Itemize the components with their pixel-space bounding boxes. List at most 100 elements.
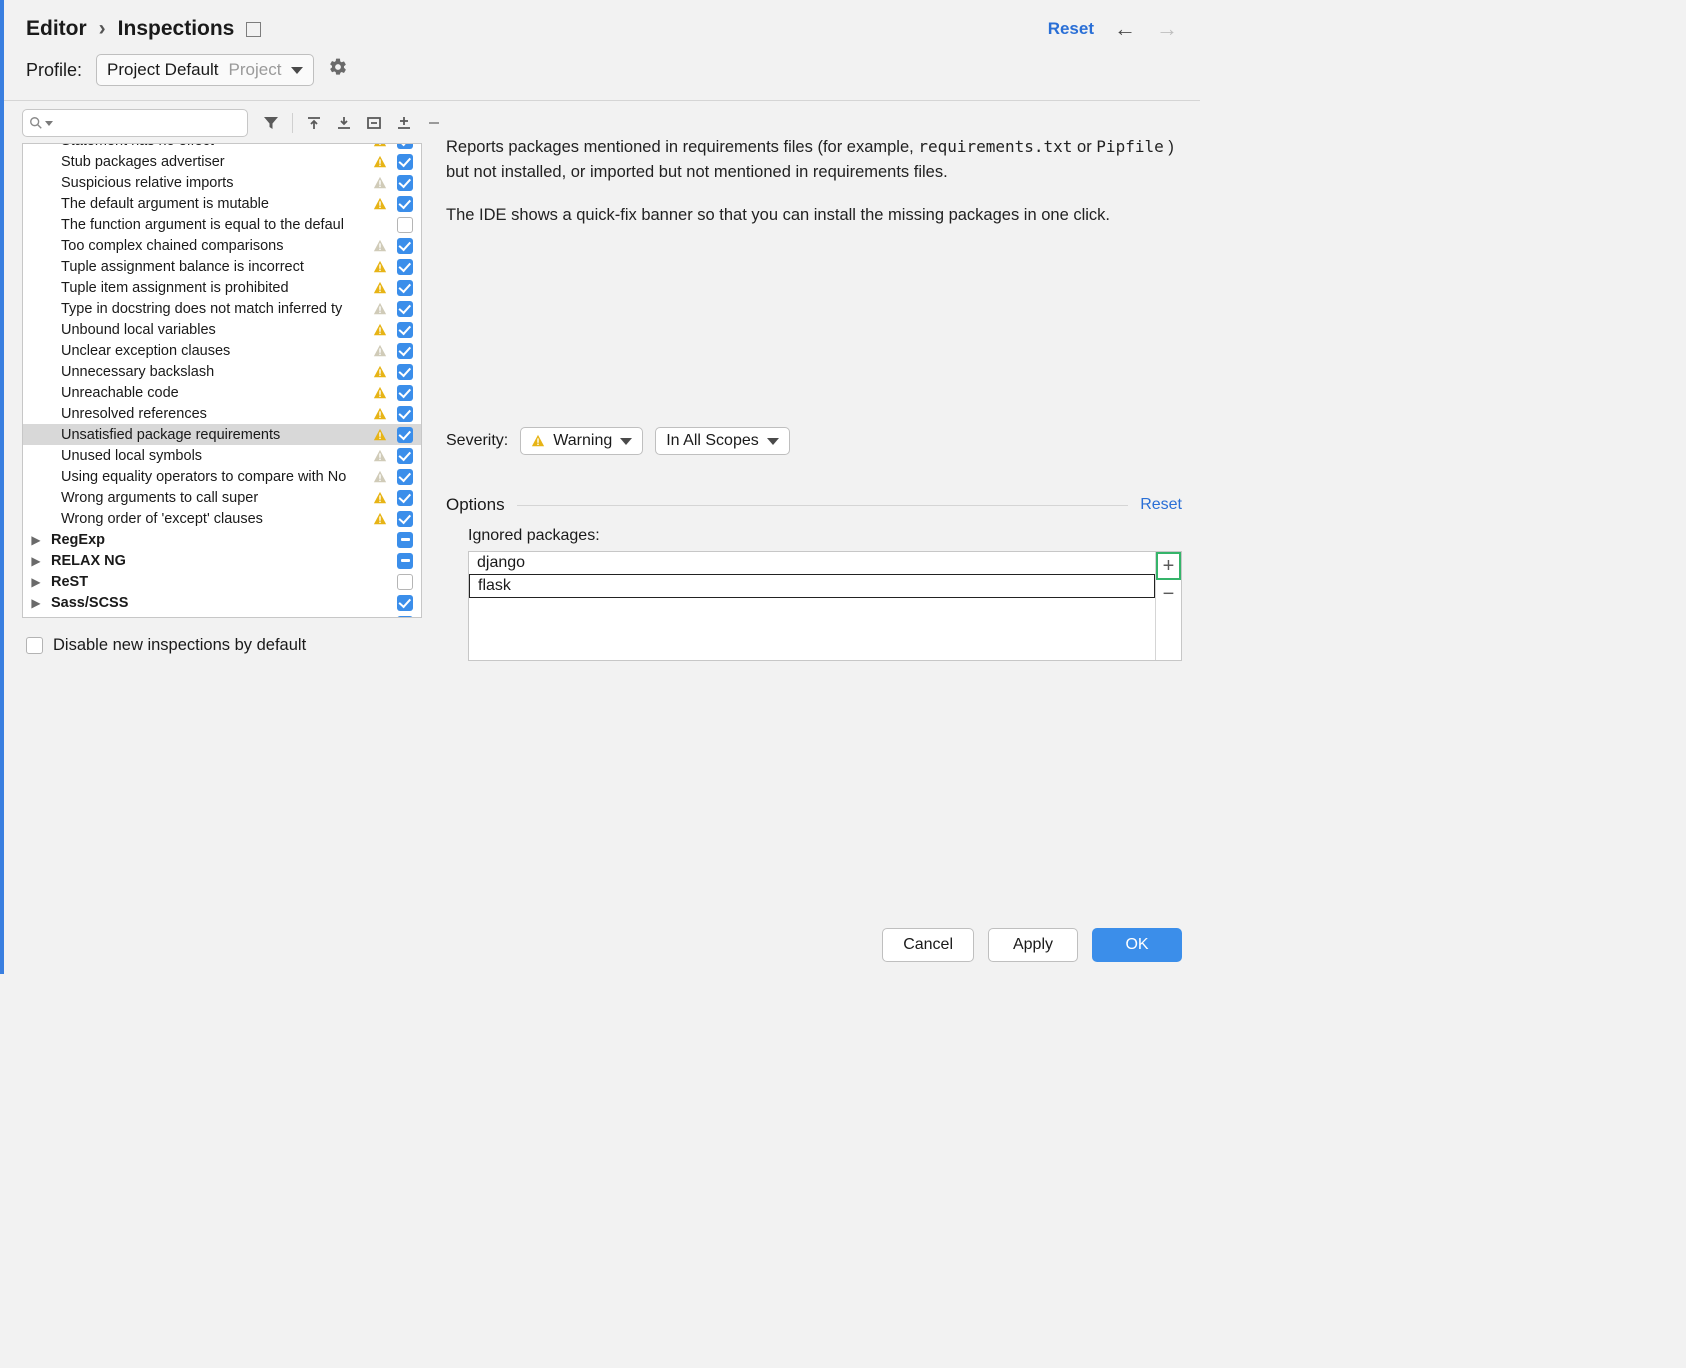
category-row[interactable]: ▶ Sass/SCSS [23, 592, 421, 613]
inspection-row[interactable]: Unused local symbols [23, 445, 421, 466]
ignored-package-item-editing[interactable]: flask [469, 574, 1155, 598]
expand-arrow-icon[interactable]: ▶ [27, 596, 45, 610]
inspection-label: Type in docstring does not match inferre… [23, 301, 373, 317]
inspection-checkbox[interactable] [397, 511, 413, 527]
cancel-button[interactable]: Cancel [882, 928, 974, 962]
warning-icon [373, 155, 387, 169]
inspection-checkbox[interactable] [397, 406, 413, 422]
category-row[interactable]: ▶ RELAX NG [23, 550, 421, 571]
inspection-checkbox[interactable] [397, 427, 413, 443]
expand-arrow-icon[interactable]: ▶ [27, 554, 45, 568]
inspection-row[interactable]: Stub packages advertiser [23, 151, 421, 172]
add-package-button[interactable]: + [1156, 552, 1181, 580]
inspection-checkbox[interactable] [397, 364, 413, 380]
show-in-new-window-icon[interactable] [246, 22, 261, 37]
ignored-package-item[interactable]: django [469, 552, 1155, 574]
options-title: Options [446, 495, 505, 515]
inspection-checkbox[interactable] [397, 196, 413, 212]
inspection-row[interactable]: Type in docstring does not match inferre… [23, 298, 421, 319]
breadcrumb-inspections[interactable]: Inspections [118, 17, 235, 41]
inspection-label: Unused local symbols [23, 448, 373, 464]
inspection-row[interactable]: Unclear exception clauses [23, 340, 421, 361]
search-input[interactable] [22, 109, 248, 137]
expand-arrow-icon[interactable]: ▶ [27, 575, 45, 589]
inspection-checkbox[interactable] [397, 154, 413, 170]
category-row[interactable]: ▶ RegExp [23, 529, 421, 550]
category-row[interactable]: ▶ ReST [23, 571, 421, 592]
inspection-row[interactable]: Too complex chained comparisons [23, 235, 421, 256]
search-history-caret-icon[interactable] [45, 121, 53, 126]
severity-select[interactable]: Warning [520, 427, 643, 455]
inspection-checkbox[interactable] [397, 175, 413, 191]
filter-icon[interactable] [262, 114, 280, 132]
gear-icon[interactable] [328, 57, 348, 83]
options-reset-link[interactable]: Reset [1140, 496, 1182, 514]
apply-button[interactable]: Apply [988, 928, 1078, 962]
profile-select[interactable]: Project Default Project [96, 54, 314, 86]
warning-icon [373, 428, 387, 442]
inspection-row[interactable]: Unresolved references [23, 403, 421, 424]
inspection-label: The function argument is equal to the de… [23, 217, 373, 233]
no-severity-icon [373, 575, 387, 589]
inspection-checkbox[interactable] [397, 280, 413, 296]
ignored-packages-area: django flask + − [468, 551, 1182, 661]
category-checkbox[interactable] [397, 595, 413, 611]
inspection-label: Wrong order of 'except' clauses [23, 511, 373, 527]
inspection-checkbox[interactable] [397, 448, 413, 464]
inspection-checkbox[interactable] [397, 343, 413, 359]
inspection-row[interactable]: Statement has no effect [23, 143, 421, 151]
inspection-checkbox[interactable] [397, 322, 413, 338]
expand-all-icon[interactable] [305, 114, 323, 132]
ignored-packages-list[interactable]: django flask [469, 552, 1155, 660]
no-severity-icon [373, 218, 387, 232]
inspection-checkbox[interactable] [397, 238, 413, 254]
inspection-checkbox[interactable] [397, 301, 413, 317]
scope-select[interactable]: In All Scopes [655, 427, 790, 455]
inspection-checkbox[interactable] [397, 490, 413, 506]
category-checkbox[interactable] [397, 532, 413, 548]
inspection-row[interactable]: Unsatisfied package requirements [23, 424, 421, 445]
breadcrumb-editor[interactable]: Editor [26, 17, 87, 41]
profile-row: Profile: Project Default Project [4, 54, 1200, 100]
inspection-row[interactable]: Unreachable code [23, 382, 421, 403]
inspection-checkbox[interactable] [397, 217, 413, 233]
warning-icon [373, 281, 387, 295]
inspection-row[interactable]: The function argument is equal to the de… [23, 214, 421, 235]
inspection-row[interactable]: Wrong order of 'except' clauses [23, 508, 421, 529]
remove-package-button[interactable]: − [1156, 580, 1181, 608]
inspection-row[interactable]: Unnecessary backslash [23, 361, 421, 382]
inspection-row[interactable]: Unbound local variables [23, 319, 421, 340]
breadcrumb-separator: › [99, 17, 106, 41]
inspection-row[interactable]: Using equality operators to compare with… [23, 466, 421, 487]
ok-button[interactable]: OK [1092, 928, 1182, 962]
category-checkbox[interactable] [397, 574, 413, 590]
inspection-label: Unbound local variables [23, 322, 373, 338]
reset-to-empty-icon[interactable] [365, 114, 383, 132]
back-arrow-icon[interactable]: ← [1114, 16, 1136, 42]
inspection-row[interactable]: Tuple assignment balance is incorrect [23, 256, 421, 277]
inspection-label: Unnecessary backslash [23, 364, 373, 380]
disable-new-inspections-checkbox[interactable] [26, 637, 43, 654]
inspection-checkbox[interactable] [397, 143, 413, 149]
add-icon[interactable] [395, 114, 413, 132]
severity-label: Severity: [446, 432, 508, 450]
disable-new-inspections-label: Disable new inspections by default [53, 636, 306, 655]
inspection-row[interactable]: Suspicious relative imports [23, 172, 421, 193]
warning-icon [531, 434, 545, 448]
inspection-row[interactable]: Tuple item assignment is prohibited [23, 277, 421, 298]
collapse-all-icon[interactable] [335, 114, 353, 132]
remove-icon[interactable] [425, 114, 443, 132]
inspection-label: Unresolved references [23, 406, 373, 422]
inspection-row[interactable]: Wrong arguments to call super [23, 487, 421, 508]
inspection-checkbox[interactable] [397, 385, 413, 401]
desc-paragraph: The IDE shows a quick-fix banner so that… [446, 203, 1182, 228]
inspection-row[interactable]: The default argument is mutable [23, 193, 421, 214]
inspections-tree[interactable]: Statement has no effect Stub packages ad… [22, 143, 422, 618]
category-checkbox[interactable] [397, 553, 413, 569]
inspections-panel: Statement has no effect Stub packages ad… [22, 109, 422, 673]
inspection-checkbox[interactable] [397, 259, 413, 275]
warning-icon [373, 512, 387, 526]
reset-page-link[interactable]: Reset [1048, 19, 1094, 39]
inspection-checkbox[interactable] [397, 469, 413, 485]
expand-arrow-icon[interactable]: ▶ [27, 533, 45, 547]
